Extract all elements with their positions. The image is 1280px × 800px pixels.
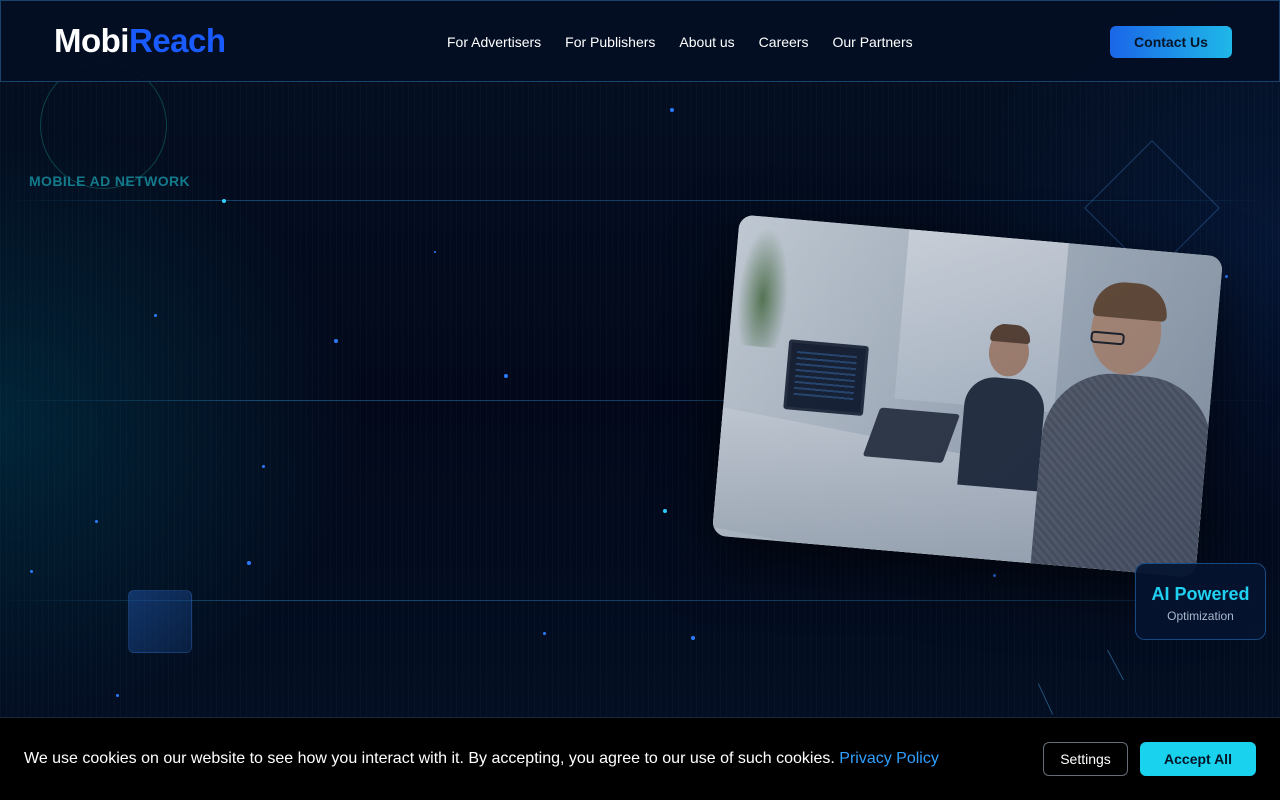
site-header: MobiReach For Advertisers For Publishers… <box>0 0 1280 82</box>
particle-dot <box>504 374 508 378</box>
nav-about-us[interactable]: About us <box>667 32 746 52</box>
particle-dot <box>691 636 695 640</box>
cookie-message-text: We use cookies on our website to see how… <box>24 750 835 767</box>
nav-careers[interactable]: Careers <box>747 32 821 52</box>
particle-dot <box>95 520 98 523</box>
particle-dot <box>116 694 119 697</box>
particle-dot <box>543 632 546 635</box>
particle-dot <box>993 574 996 577</box>
particle-dot <box>434 251 436 253</box>
privacy-policy-link[interactable]: Privacy Policy <box>839 750 939 767</box>
badge-subtitle: Optimization <box>1167 609 1234 623</box>
particle-dot <box>1225 275 1228 278</box>
particle-dot <box>154 314 157 317</box>
cookie-settings-button[interactable]: Settings <box>1043 742 1128 776</box>
decor-line <box>0 600 1280 601</box>
particle-dot <box>670 108 674 112</box>
decor-line <box>0 200 1280 201</box>
main-nav: For Advertisers For Publishers About us … <box>435 32 925 52</box>
particle-dot <box>663 509 667 513</box>
logo[interactable]: MobiReach <box>54 22 226 60</box>
nav-our-partners[interactable]: Our Partners <box>820 32 924 52</box>
badge-title: AI Powered <box>1151 584 1250 604</box>
particle-dot <box>262 465 265 468</box>
decor-square <box>128 590 192 653</box>
particle-dot <box>334 339 338 343</box>
nav-for-publishers[interactable]: For Publishers <box>553 32 667 52</box>
hero-section: MOBILE AD NETWORK AI Powered Optimizatio… <box>0 0 1280 800</box>
particle-dot <box>30 570 33 573</box>
ai-powered-badge: AI Powered Optimization <box>1135 563 1266 640</box>
hero-photo <box>711 214 1224 578</box>
hero-overline: MOBILE AD NETWORK <box>29 173 191 189</box>
logo-mobi: Mobi <box>54 22 129 59</box>
accept-all-button[interactable]: Accept All <box>1140 742 1256 776</box>
particle-dot <box>222 199 226 203</box>
particle-dot <box>247 561 251 565</box>
cookie-message: We use cookies on our website to see how… <box>24 749 939 769</box>
logo-reach: Reach <box>128 22 226 59</box>
contact-us-button[interactable]: Contact Us <box>1110 26 1232 58</box>
nav-for-advertisers[interactable]: For Advertisers <box>435 32 553 52</box>
